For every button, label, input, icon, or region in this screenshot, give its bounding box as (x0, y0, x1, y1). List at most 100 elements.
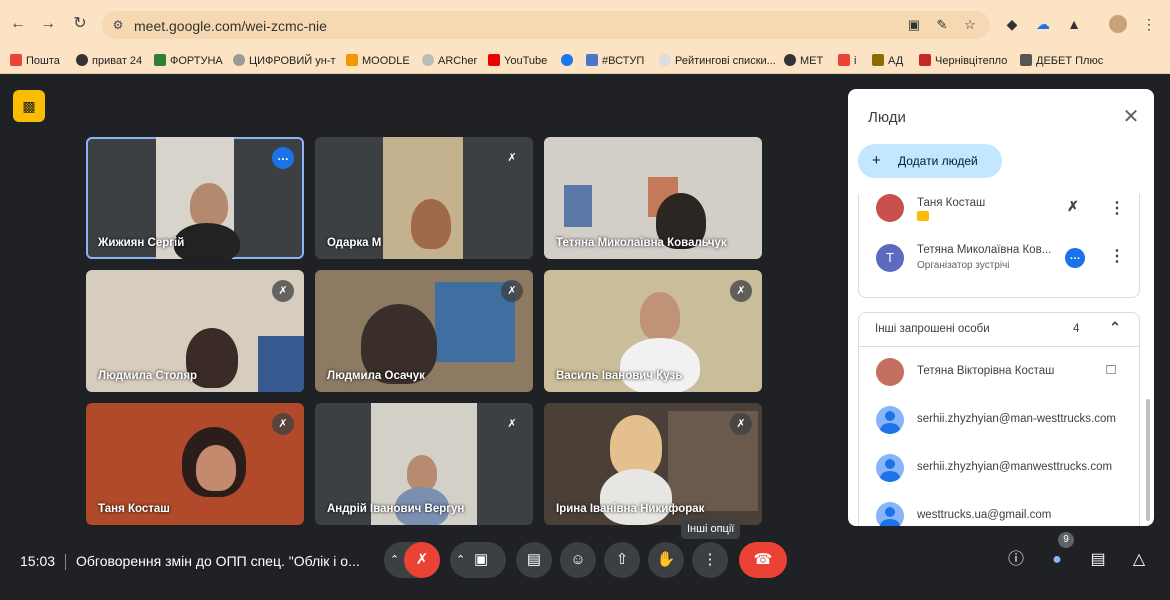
bookmark-item[interactable]: #ВСТУП (586, 53, 644, 69)
bookmark-item[interactable]: ФОРТУНА (154, 53, 223, 69)
participant-video (610, 415, 662, 477)
add-person-icon: + (872, 152, 881, 169)
in-call-list: Таня Косташ ✗ ⋮ T Тетяна Миколаївна Ков.… (858, 194, 1140, 298)
mic-off-icon: ✗ (501, 413, 523, 435)
invited-email: westtrucks.ua@gmail.com (917, 509, 1052, 521)
mic-off-icon: ✗ (730, 413, 752, 435)
close-icon[interactable]: ✕ (1120, 106, 1142, 128)
participant-tile[interactable]: ✗ Ірина Іванівна Никифорак (544, 403, 762, 525)
avatar (876, 358, 904, 386)
captions-off-icon[interactable]: ▩ (13, 90, 45, 122)
more-options-icon[interactable]: … (272, 147, 294, 169)
participant-name: Людмила Осачук (327, 370, 425, 382)
participant-tile[interactable]: ✗ Одарка М (315, 137, 533, 259)
facebook-bookmark[interactable] (561, 53, 577, 69)
translate-icon[interactable]: ✎ (934, 17, 950, 33)
browser-toolbar: ← → ↻ ⚙ meet.google.com/wei-zcmc-nie ▣ ✎… (0, 0, 1170, 48)
meeting-time: 15:03 (20, 553, 56, 569)
more-options-icon[interactable]: … (1065, 248, 1085, 268)
chevron-up-icon[interactable]: ⌃ (1109, 319, 1121, 336)
scrollbar[interactable] (1146, 399, 1150, 521)
address-bar[interactable]: ⚙ meet.google.com/wei-zcmc-nie ▣ ✎ ☆ (102, 11, 990, 39)
add-people-button[interactable]: + Додати людей (858, 144, 1002, 178)
bookmark-item[interactable]: Пошта (10, 53, 60, 69)
leave-call-icon[interactable]: ☎ (739, 542, 787, 578)
site-info-icon[interactable]: ⚙ (110, 17, 126, 33)
mic-off-icon: ✗ (272, 413, 294, 435)
participant-tile[interactable]: ✗ Людмила Осачук (315, 270, 533, 392)
tooltip: Інші опції (681, 519, 741, 539)
more-options-icon[interactable]: ⋮ (1109, 198, 1125, 218)
emoji-icon[interactable]: ☺ (560, 542, 596, 578)
extension-drop-icon[interactable]: ◆ (1003, 15, 1021, 33)
invited-email: serhii.zhyzhyian@man-westtrucks.com (917, 413, 1116, 425)
forward-icon[interactable]: → (38, 14, 58, 34)
avatar (876, 502, 904, 526)
mic-off-icon: ✗ (501, 280, 523, 302)
profile-avatar[interactable] (1109, 15, 1127, 33)
invited-email: serhii.zhyzhyian@manwesttrucks.com (917, 461, 1113, 473)
bookmark-item[interactable]: приват 24 (76, 53, 142, 69)
avatar (876, 454, 904, 482)
panel-title: Люди (868, 109, 906, 126)
bookmark-item[interactable]: АД (872, 53, 903, 69)
captions-icon[interactable]: ▤ (516, 542, 552, 578)
bookmark-item[interactable]: MET (784, 53, 823, 69)
info-icon[interactable]: ⓘ (1004, 549, 1028, 571)
video-camera-icon[interactable]: ▣ (474, 542, 488, 578)
participant-name: Андрій Іванович Вергун (327, 503, 465, 515)
captions-badge-icon (917, 211, 929, 221)
chat-bubble-icon[interactable]: □ (1105, 361, 1117, 378)
bookmark-item[interactable]: YouTube (488, 53, 547, 69)
more-options-icon[interactable]: ⋮ (692, 542, 728, 578)
raise-hand-icon[interactable]: ✋ (648, 542, 684, 578)
participant-video (407, 455, 437, 491)
cloud-icon[interactable]: ☁ (1034, 15, 1052, 33)
participant-tile[interactable]: … Жижиян Сергій (86, 137, 304, 259)
camera-icon[interactable]: ▣ (906, 17, 922, 33)
bookmark-item[interactable]: ARCher (422, 53, 477, 69)
participant-tile[interactable]: Тетяна Миколаївна Ковальчук (544, 137, 762, 259)
participant-tile[interactable]: ✗ Таня Косташ (86, 403, 304, 525)
mic-off-icon: ✗ (501, 147, 523, 169)
people-panel: Люди ✕ + Додати людей Таня Косташ ✗ ⋮ T … (848, 89, 1154, 526)
present-screen-icon[interactable]: ⇧ (604, 542, 640, 578)
extensions-icon[interactable]: ▲ (1065, 15, 1083, 33)
people-count-badge: 9 (1058, 532, 1074, 548)
bookmark-item[interactable]: Чернівцітепло (919, 53, 1007, 69)
meet-stage: ▩ … Жижиян Сергій ✗ Одарка М Тетяна Мико… (0, 75, 1170, 600)
bookmark-item[interactable]: і (838, 53, 856, 69)
participant-video (640, 292, 680, 340)
bookmark-star-icon[interactable]: ☆ (962, 17, 978, 33)
mic-off-icon: ✗ (272, 280, 294, 302)
participant-tile[interactable]: ✗ Людмила Столяр (86, 270, 304, 392)
bookmarks-bar: Пошта приват 24 ФОРТУНА ЦИФРОВИЙ ун-т MO… (0, 48, 1170, 74)
more-options-icon[interactable]: ⋮ (1109, 246, 1125, 266)
bookmark-item[interactable]: ЦИФРОВИЙ ун-т (233, 53, 336, 69)
bookmark-item[interactable]: Рейтингові списки... (659, 53, 776, 69)
participant-name: Людмила Столяр (98, 370, 198, 382)
participant-role: Організатор зустрічі (917, 260, 1010, 271)
participant-tile[interactable]: ✗ Василь Іванович Кузь (544, 270, 762, 392)
bookmark-item[interactable]: MOODLE (346, 53, 410, 69)
chevron-up-icon[interactable]: ⌃ (456, 542, 465, 578)
url-text[interactable]: meet.google.com/wei-zcmc-nie (134, 18, 327, 34)
chevron-up-icon[interactable]: ⌃ (390, 542, 399, 578)
activities-icon[interactable]: △ (1127, 549, 1151, 571)
mic-control[interactable]: ⌃ ✗ (384, 542, 440, 578)
divider (65, 554, 66, 570)
chat-icon[interactable]: ▤ (1086, 549, 1110, 571)
bookmark-item[interactable]: ДЕБЕТ Плюс (1020, 53, 1103, 69)
back-icon[interactable]: ← (8, 14, 28, 34)
mic-off-icon[interactable]: ✗ (404, 542, 440, 578)
camera-control[interactable]: ⌃ ▣ (450, 542, 506, 578)
invited-section: Інші запрошені особи 4 ⌃ Тетяна Вікторів… (858, 312, 1140, 526)
reload-icon[interactable]: ↻ (70, 14, 90, 34)
avatar (876, 194, 904, 222)
avatar (876, 406, 904, 434)
participant-name: Ірина Іванівна Никифорак (556, 503, 705, 515)
people-icon[interactable]: ● (1045, 549, 1069, 571)
mic-off-icon: ✗ (730, 280, 752, 302)
menu-icon[interactable]: ⋮ (1140, 15, 1158, 33)
participant-tile[interactable]: ✗ Андрій Іванович Вергун (315, 403, 533, 525)
